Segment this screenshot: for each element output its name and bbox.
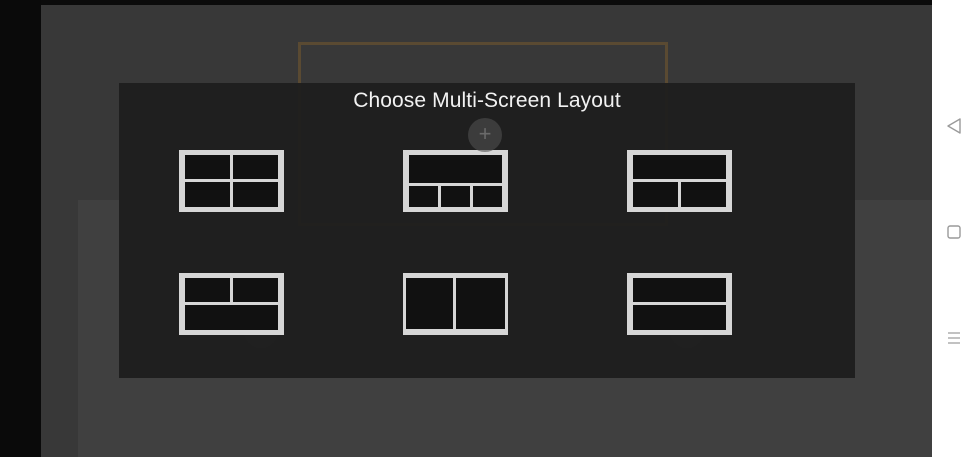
top-large-bottom-three-icon	[403, 150, 508, 212]
back-button[interactable]	[932, 111, 976, 141]
grid-2x2-icon	[179, 150, 284, 212]
home-square-icon	[947, 225, 961, 239]
top-large-bottom-two-icon	[627, 150, 732, 212]
top-bottom-icon	[627, 273, 732, 335]
layout-option-top-large-bottom-three[interactable]	[403, 150, 508, 212]
top-two-bottom-large-icon	[179, 273, 284, 335]
layout-option-side-by-side[interactable]	[403, 273, 508, 335]
menu-button[interactable]	[932, 323, 976, 353]
layout-option-top-large-bottom-two[interactable]	[627, 150, 732, 212]
app-screen: Choose Multi-Screen Layout +	[0, 0, 932, 457]
left-edge-bar	[0, 0, 41, 457]
layout-option-grid-2x2[interactable]	[179, 150, 284, 212]
menu-lines-icon	[948, 332, 960, 344]
system-navigation-bar	[932, 0, 976, 457]
layout-option-top-two-bottom-large[interactable]	[179, 273, 284, 335]
home-button[interactable]	[932, 217, 976, 247]
side-by-side-icon	[403, 273, 508, 335]
dialog-title: Choose Multi-Screen Layout	[353, 89, 621, 112]
back-triangle-icon	[947, 118, 961, 134]
layout-option-top-bottom[interactable]	[627, 273, 732, 335]
add-plus-icon: +	[468, 118, 502, 152]
